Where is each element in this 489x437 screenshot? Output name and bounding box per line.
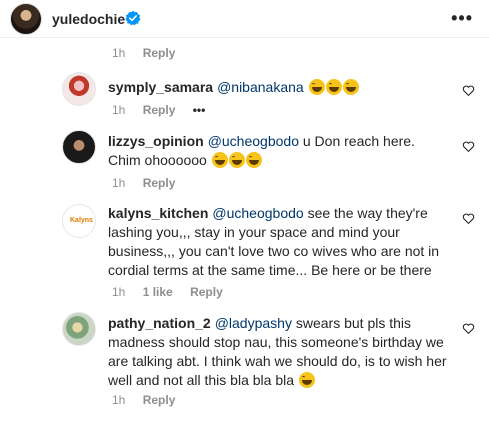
grinning-emoji-icon	[228, 152, 245, 168]
comment-time: 1h	[112, 46, 126, 60]
reply-button[interactable]: Reply	[143, 46, 176, 60]
grinning-emoji-icon	[342, 79, 359, 95]
comment-username[interactable]: lizzys_opinion	[108, 133, 204, 149]
comment-mention[interactable]: @ucheogbodo	[212, 205, 303, 221]
like-count[interactable]: 1 like	[143, 285, 173, 299]
comment-time: 1h	[112, 393, 126, 407]
comment-username[interactable]: pathy_nation_2	[108, 315, 211, 331]
grinning-emoji-icon	[211, 152, 228, 168]
comment-text: symply_samara @nibanakana	[108, 78, 448, 97]
post-username[interactable]: yuledochie	[52, 11, 125, 27]
avatar[interactable]	[10, 3, 42, 35]
reply-button[interactable]: Reply	[143, 393, 176, 407]
avatar[interactable]: Kalyns	[62, 204, 96, 238]
comment-text: lizzys_opinion @ucheogbodo u Don reach he…	[108, 133, 415, 168]
reply-button[interactable]: Reply	[190, 285, 223, 299]
comment-text: kalyns_kitchen @ucheogbodo see the way th…	[108, 205, 440, 278]
grinning-emoji-icon	[245, 152, 262, 168]
like-heart-icon[interactable]	[462, 212, 475, 225]
reply-button[interactable]: Reply	[143, 176, 176, 190]
comment-meta: 1h Reply •••	[112, 103, 219, 117]
like-heart-icon[interactable]	[462, 140, 475, 153]
comment-meta: 1h Reply	[112, 176, 189, 190]
comment-text: pathy_nation_2 @ladypashy swears but pls …	[108, 315, 447, 388]
comment-mention[interactable]: @ucheogbodo	[208, 133, 299, 149]
avatar[interactable]	[62, 312, 96, 346]
grinning-emoji-icon	[308, 79, 325, 95]
comment-time: 1h	[112, 103, 126, 117]
verified-badge-icon	[125, 10, 141, 26]
grinning-emoji-icon	[325, 79, 342, 95]
reply-button[interactable]: Reply	[143, 103, 176, 117]
kitchen-logo: Kalyns	[70, 217, 93, 224]
post-header: yuledochie •••	[0, 0, 489, 38]
like-heart-icon[interactable]	[462, 322, 475, 335]
comment-options-icon[interactable]: •••	[193, 103, 206, 117]
comment-meta: 1h Reply	[112, 46, 189, 60]
like-heart-icon[interactable]	[462, 84, 475, 97]
comment-meta: 1h 1 like Reply	[112, 285, 237, 299]
comment-username[interactable]: symply_samara	[108, 79, 213, 95]
comment-time: 1h	[112, 285, 126, 299]
more-options-icon[interactable]: •••	[451, 9, 473, 27]
comment-mention[interactable]: @nibanakana	[217, 79, 304, 95]
comment-meta: 1h Reply	[112, 393, 189, 407]
avatar[interactable]	[62, 72, 96, 106]
comment-mention[interactable]: @ladypashy	[215, 315, 292, 331]
crying-emoji-icon	[298, 372, 315, 388]
comment-username[interactable]: kalyns_kitchen	[108, 205, 208, 221]
comment-time: 1h	[112, 176, 126, 190]
avatar[interactable]	[62, 130, 96, 164]
